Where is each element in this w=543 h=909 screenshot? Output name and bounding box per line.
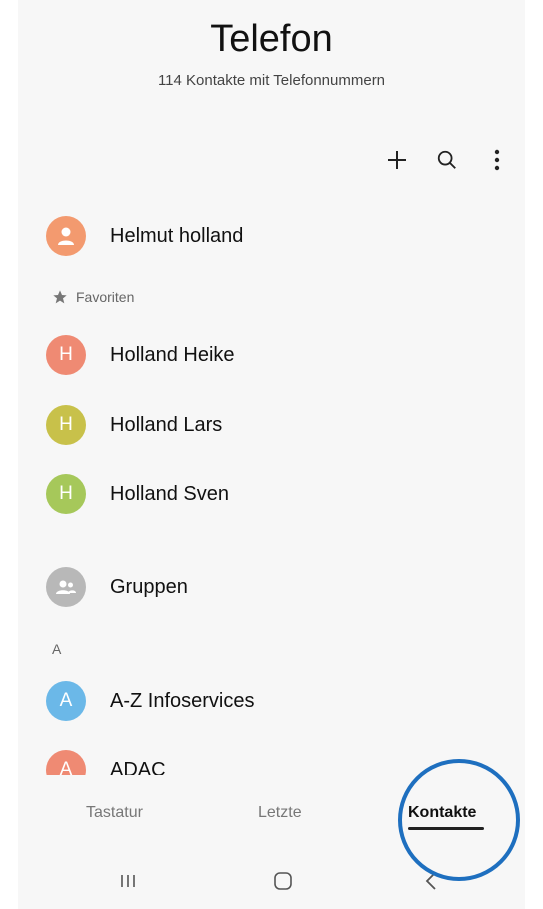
contact-name: Holland Sven [110,482,229,505]
home-button[interactable] [268,866,298,896]
tab-keypad[interactable]: Tastatur [86,804,143,822]
contact-name: ADAC [110,758,166,776]
toolbar [383,146,511,174]
profile-name: Helmut holland [110,224,244,247]
avatar: A [46,750,86,775]
list-item[interactable]: H Holland Lars [18,395,525,455]
active-tab-indicator [408,827,484,830]
profile-avatar [46,216,86,256]
page-title: Telefon [210,18,333,60]
favorites-header: Favoriten [52,289,134,305]
avatar: H [46,405,86,445]
my-profile-row[interactable]: Helmut holland [18,206,525,266]
contact-name: Holland Heike [110,343,235,366]
avatar: H [46,335,86,375]
avatar: A [46,681,86,721]
system-navigation-bar [18,860,525,900]
contact-list[interactable]: Helmut holland Favoriten H Holland Heike… [18,200,525,775]
home-icon [274,872,292,890]
list-item[interactable]: A ADAC [18,740,525,775]
add-contact-button[interactable] [383,146,411,174]
bottom-tab-bar: Tastatur Letzte Kontakte [18,790,525,840]
plus-icon [388,151,406,169]
more-options-button[interactable] [483,146,511,174]
contact-name: Holland Lars [110,413,223,436]
more-vertical-icon [494,149,500,171]
back-icon [425,872,436,890]
group-icon [56,580,76,594]
search-icon [437,150,456,169]
list-item[interactable]: H Holland Heike [18,325,525,385]
groups-row[interactable]: Gruppen [18,557,525,617]
phone-screen: Telefon 114 Kontakte mit Telefonnummern [18,0,525,909]
favorites-label: Favoriten [76,289,135,305]
star-icon [53,290,67,304]
search-button[interactable] [433,146,461,174]
back-button[interactable] [416,866,446,896]
contact-count: 114 Kontakte mit Telefonnummern [157,72,386,89]
groups-label: Gruppen [110,575,188,598]
avatar: H [46,474,86,514]
list-item[interactable]: A A-Z Infoservices [18,671,525,731]
tab-recents[interactable]: Letzte [258,804,302,822]
index-letter: A [52,641,62,657]
recent-apps-button[interactable] [113,866,143,896]
groups-avatar [46,567,86,607]
tab-contacts[interactable]: Kontakte [408,804,476,822]
list-item[interactable]: H Holland Sven [18,464,525,524]
person-icon [58,227,74,245]
recent-apps-icon [121,875,135,887]
contact-name: A-Z Infoservices [110,689,255,712]
